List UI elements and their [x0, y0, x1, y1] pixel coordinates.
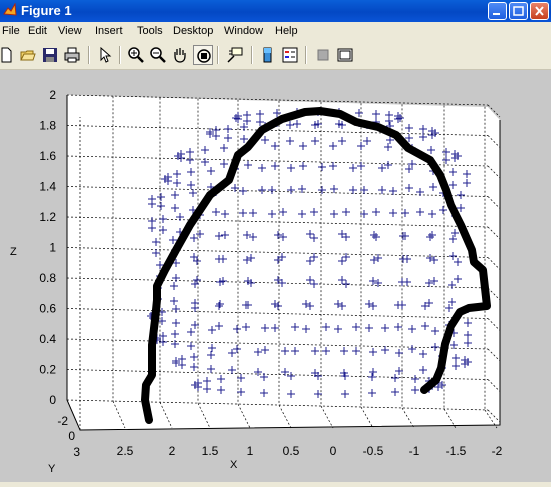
- z-tick-label: 2: [49, 88, 56, 102]
- zoom-out-icon: [150, 47, 166, 63]
- z-tick-label: 0: [49, 393, 56, 407]
- z-tick-label: 0.2: [39, 363, 56, 377]
- legend-icon: [282, 47, 298, 63]
- minimize-icon: [493, 13, 500, 15]
- x-tick-label: 2: [169, 444, 176, 458]
- open-file-button[interactable]: [18, 45, 38, 65]
- toolbar-separator: [305, 46, 307, 64]
- z-tick-label: 0.4: [39, 332, 56, 346]
- figure-toolbar: [0, 41, 551, 70]
- x-tick-label: -1: [409, 444, 420, 458]
- y-tick-label: -2: [57, 414, 68, 428]
- new-file-icon: [1, 47, 12, 63]
- axes-right-wall: [488, 107, 500, 425]
- z-tick-label: 0.8: [39, 271, 56, 285]
- x-tick-label: -0.5: [363, 444, 384, 458]
- colorbar-icon: [263, 47, 272, 63]
- zoom-in-icon: [128, 47, 144, 63]
- x-tick-label: 2.5: [117, 444, 134, 458]
- menu-edit[interactable]: Edit: [28, 25, 47, 37]
- window-title: Figure 1: [21, 3, 72, 18]
- 3d-scatter-plot[interactable]: Z X Y 2 1.8 1.6 1.4 1.2 1 0.8 0.6 0.4 0.2 0 2.5 2 1.5…: [0, 70, 551, 482]
- rotate-3d-button[interactable]: [193, 45, 213, 65]
- axes-back-wall: [67, 95, 488, 410]
- x-tick-label: 0.5: [283, 444, 300, 458]
- toolbar-separator: [217, 46, 219, 64]
- edit-plot-arrow-icon: [100, 47, 112, 63]
- menu-tools[interactable]: Tools: [137, 25, 163, 37]
- zoom-in-button[interactable]: [126, 45, 146, 65]
- show-plot-tools-icon: [337, 48, 353, 62]
- menu-desktop[interactable]: Desktop: [173, 25, 213, 37]
- close-icon: [535, 6, 544, 16]
- zoom-out-button[interactable]: [148, 45, 168, 65]
- show-plot-tools-button[interactable]: [335, 45, 355, 65]
- x-tick-label: -1.5: [446, 444, 467, 458]
- x-tick-label: 1.5: [202, 444, 219, 458]
- z-tick-label: 1: [49, 241, 56, 255]
- save-button[interactable]: [40, 45, 60, 65]
- z-tick-label: 1.8: [39, 119, 56, 133]
- hide-plot-tools-button[interactable]: [313, 45, 333, 65]
- pan-button[interactable]: [170, 45, 190, 65]
- menu-bar: File Edit View Insert Tools Desktop Wind…: [0, 22, 551, 41]
- colorbar-button[interactable]: [258, 45, 278, 65]
- open-file-icon: [20, 50, 36, 61]
- hide-plot-tools-icon: [317, 49, 329, 61]
- title-bar: Figure 1: [0, 0, 551, 22]
- minimize-button[interactable]: [488, 2, 507, 20]
- z-tick-label: 1.4: [39, 180, 56, 194]
- z-axis-label: Z: [10, 246, 17, 258]
- figure-canvas: Z X Y 2 1.8 1.6 1.4 1.2 1 0.8 0.6 0.4 0.2 0 2.5 2 1.5…: [0, 70, 551, 482]
- menu-insert[interactable]: Insert: [95, 25, 123, 37]
- menu-view[interactable]: View: [58, 25, 82, 37]
- menu-file[interactable]: File: [2, 25, 20, 37]
- toolbar-separator: [119, 46, 121, 64]
- data-cursor-icon: [227, 47, 243, 63]
- x-tick-label: 1: [247, 444, 254, 458]
- legend-button[interactable]: [280, 45, 300, 65]
- print-icon: [64, 47, 80, 63]
- axes-left-wall: [67, 95, 80, 430]
- close-button[interactable]: [530, 2, 549, 20]
- rotate-3d-icon: [197, 49, 211, 63]
- pan-hand-icon: [174, 48, 186, 63]
- toolbar-separator: [251, 46, 253, 64]
- x-tick-label: 0: [330, 444, 337, 458]
- z-tick-label: 0.6: [39, 302, 56, 316]
- y-axis-label: Y: [48, 463, 56, 475]
- menu-window[interactable]: Window: [224, 25, 263, 37]
- edit-plot-button[interactable]: [95, 45, 115, 65]
- maximize-icon: [513, 6, 524, 16]
- x-tick-label: -2: [492, 444, 503, 458]
- data-cursor-button[interactable]: [225, 45, 245, 65]
- toolbar-separator: [88, 46, 90, 64]
- z-tick-label: 1.2: [39, 210, 56, 224]
- y-tick-label: 0: [68, 429, 75, 443]
- z-tick-label: 1.6: [39, 149, 56, 163]
- menu-help[interactable]: Help: [275, 25, 298, 37]
- maximize-button[interactable]: [509, 2, 528, 20]
- new-file-button[interactable]: [0, 45, 16, 65]
- save-icon: [43, 48, 57, 62]
- print-button[interactable]: [62, 45, 82, 65]
- x-axis-label: X: [230, 459, 238, 471]
- matlab-app-icon: [3, 3, 17, 16]
- y-tick-label: 3: [73, 445, 80, 459]
